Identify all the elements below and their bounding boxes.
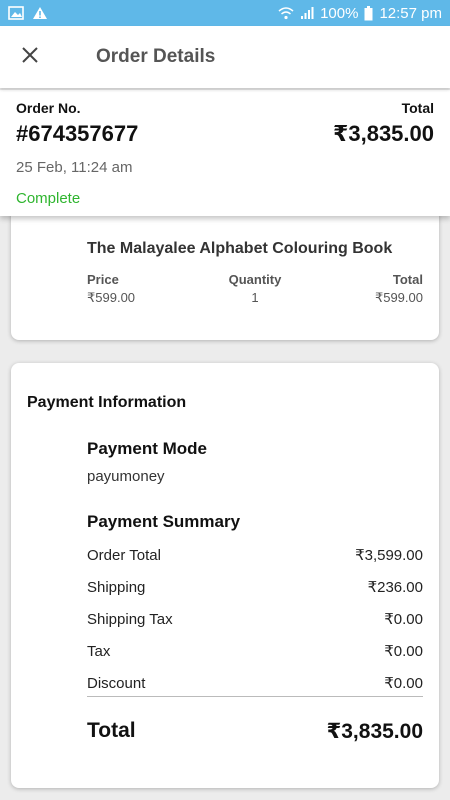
quantity-label: Quantity [228, 272, 282, 287]
payment-summary-list: Order Total ₹3,599.00 Shipping ₹236.00 S… [87, 539, 423, 699]
order-summary-header: Order No. Total #674357677 ₹3,835.00 25 … [0, 90, 450, 216]
summary-value: ₹0.00 [384, 675, 423, 692]
summary-label: Tax [87, 642, 111, 660]
battery-icon [364, 5, 373, 21]
image-icon [8, 6, 24, 20]
summary-label: Shipping Tax [87, 610, 173, 628]
status-bar: 100% 12:57 pm [0, 0, 450, 26]
summary-divider [87, 696, 423, 697]
summary-row-shipping: Shipping ₹236.00 [87, 571, 423, 603]
summary-value: ₹3,599.00 [355, 547, 423, 564]
payment-summary-label: Payment Summary [87, 512, 241, 531]
payment-mode-value: payumoney [87, 468, 165, 485]
wifi-icon [278, 6, 294, 20]
order-total-label: Total [401, 100, 434, 116]
payment-information-title: Payment Information [27, 394, 187, 411]
summary-label: Shipping [87, 578, 146, 596]
price-value: ₹599.00 [87, 290, 136, 305]
summary-value: ₹236.00 [367, 579, 423, 596]
price-label: Price [87, 272, 119, 287]
page-title: Order Details [96, 46, 216, 67]
payment-information-card: Payment Information Payment Mode payumon… [11, 363, 439, 788]
summary-row-discount: Discount ₹0.00 [87, 667, 423, 699]
order-date: 25 Feb, 11:24 am [16, 159, 133, 176]
clock: 12:57 pm [379, 4, 442, 22]
grand-total-label: Total [87, 719, 136, 742]
order-item-card[interactable]: The Malayalee Alphabet Colouring Book Pr… [11, 200, 439, 340]
item-title: The Malayalee Alphabet Colouring Book [87, 240, 393, 257]
signal-icon [300, 6, 314, 20]
summary-value: ₹0.00 [384, 611, 423, 628]
order-number-label: Order No. [16, 100, 81, 116]
summary-label: Order Total [87, 546, 161, 564]
quantity-value: 1 [251, 290, 259, 305]
item-total-value: ₹599.00 [374, 290, 423, 305]
order-number: #674357677 [16, 121, 139, 146]
summary-row-order-total: Order Total ₹3,599.00 [87, 539, 423, 571]
app-bar: Order Details [0, 26, 450, 88]
battery-percent: 100% [320, 4, 359, 22]
payment-mode-label: Payment Mode [87, 439, 207, 458]
close-button[interactable] [0, 26, 60, 88]
close-icon [21, 46, 39, 69]
summary-label: Discount [87, 674, 146, 692]
summary-value: ₹0.00 [384, 643, 423, 660]
order-total: ₹3,835.00 [333, 121, 434, 146]
item-total-label: Total [392, 272, 423, 287]
summary-row-tax: Tax ₹0.00 [87, 635, 423, 667]
grand-total-value: ₹3,835.00 [326, 720, 423, 743]
grand-total-row: Total ₹3,835.00 [87, 719, 423, 744]
summary-row-shipping-tax: Shipping Tax ₹0.00 [87, 603, 423, 635]
order-status: Complete [16, 190, 81, 207]
warning-icon [32, 6, 48, 20]
